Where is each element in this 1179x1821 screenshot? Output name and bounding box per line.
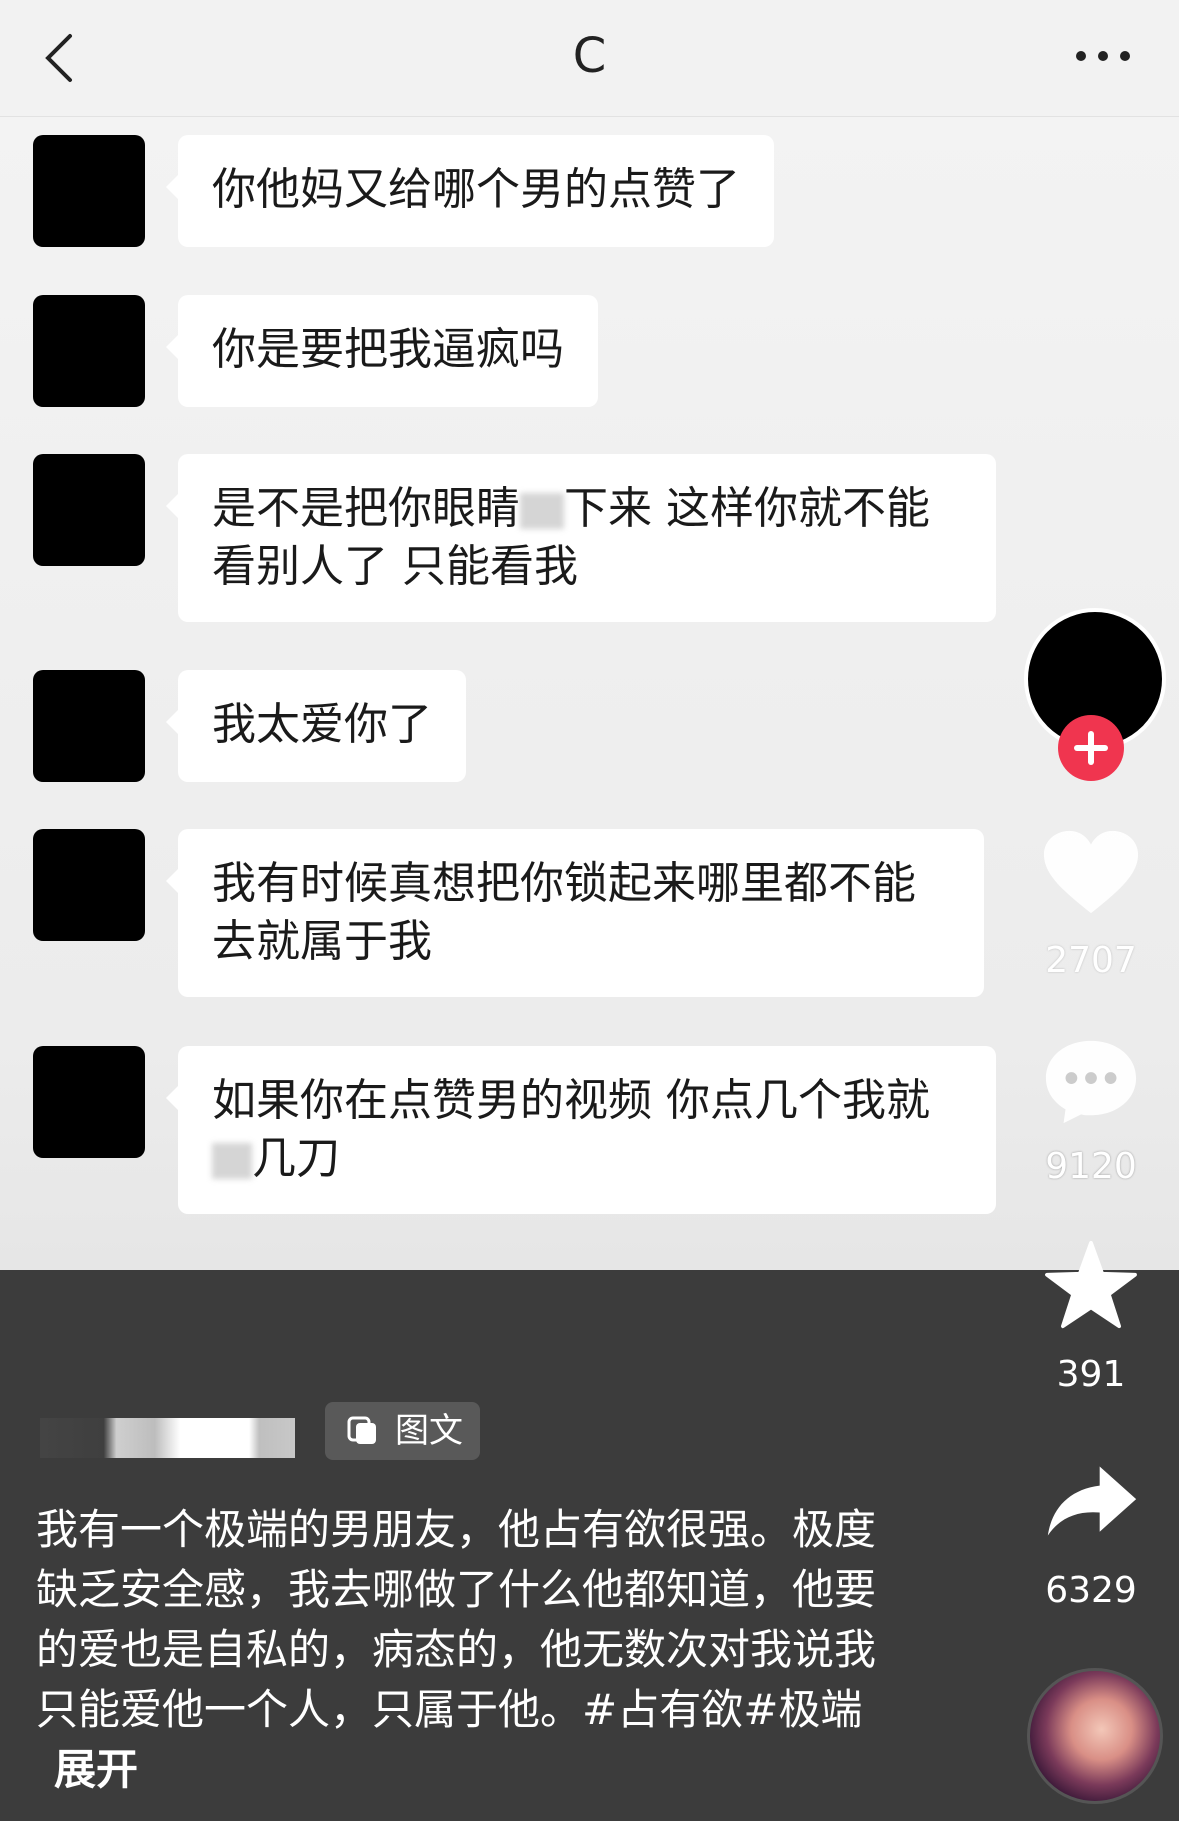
post-type-label: 图文 [395, 1411, 463, 1451]
redacted-avatar [33, 1046, 145, 1158]
message-text: 我太爱你了 [212, 699, 432, 750]
message-text-after: 几刀 [252, 1133, 340, 1184]
comment-count: 9120 [1045, 1146, 1137, 1187]
author-name-redacted[interactable] [40, 1418, 295, 1458]
message-text: 你他妈又给哪个男的点赞了 [212, 164, 740, 215]
message-bubble: 你是要把我逼疯吗 [166, 295, 598, 407]
message-bubble: 是不是把你眼睛 下来 这样你就不能看别人了 只能看我 [166, 454, 996, 622]
message-bubble: 如果你在点赞男的视频 你点几个我就几刀 [166, 1046, 996, 1214]
heart-icon[interactable] [1042, 828, 1140, 918]
music-disc[interactable] [1027, 1668, 1163, 1804]
message-text: 我有时候真想把你锁起来哪里都不能去就属于我 [212, 858, 916, 967]
image-text-icon [347, 1416, 376, 1444]
message-text: 是不是把你眼睛 [212, 483, 520, 534]
plus-icon [1074, 731, 1108, 765]
redacted-avatar [33, 670, 145, 782]
redacted-avatar [33, 829, 145, 941]
post-description: 我有一个极端的男朋友，他占有欲很强。极度缺乏安全感，我去哪做了什么他都知道，他要… [36, 1500, 896, 1800]
redacted-avatar [33, 454, 145, 566]
more-options-icon[interactable] [1073, 46, 1133, 66]
favorite-count: 391 [1056, 1354, 1126, 1395]
message-bubble: 我太爱你了 [166, 670, 466, 782]
redacted-avatar [33, 135, 145, 247]
share-count: 6329 [1045, 1570, 1137, 1611]
redacted-avatar [33, 295, 145, 407]
blurred-word [520, 493, 564, 529]
blurred-word [212, 1143, 252, 1179]
post-type-tag[interactable]: 图文 [325, 1402, 480, 1460]
message-text: 你是要把我逼疯吗 [212, 324, 564, 375]
top-bar: C [0, 0, 1179, 117]
description-text: 我有一个极端的男朋友，他占有欲很强。极度缺乏安全感，我去哪做了什么他都知道，他要… [36, 1505, 877, 1734]
like-count: 2707 [1045, 940, 1137, 981]
follow-button[interactable] [1058, 715, 1124, 781]
star-icon[interactable] [1044, 1240, 1138, 1330]
comment-icon[interactable] [1042, 1036, 1140, 1126]
message-bubble: 我有时候真想把你锁起来哪里都不能去就属于我 [166, 829, 984, 997]
message-text: 如果你在点赞男的视频 你点几个我就 [212, 1075, 930, 1126]
share-icon[interactable] [1044, 1462, 1140, 1540]
expand-link[interactable]: 展开 [54, 1745, 138, 1794]
page-title: C [572, 28, 607, 84]
chat-screenshot: 你他妈又给哪个男的点赞了 你是要把我逼疯吗 是不是把你眼睛 下来 这样你就不能看别… [0, 117, 1179, 1270]
message-bubble: 你他妈又给哪个男的点赞了 [166, 135, 774, 247]
